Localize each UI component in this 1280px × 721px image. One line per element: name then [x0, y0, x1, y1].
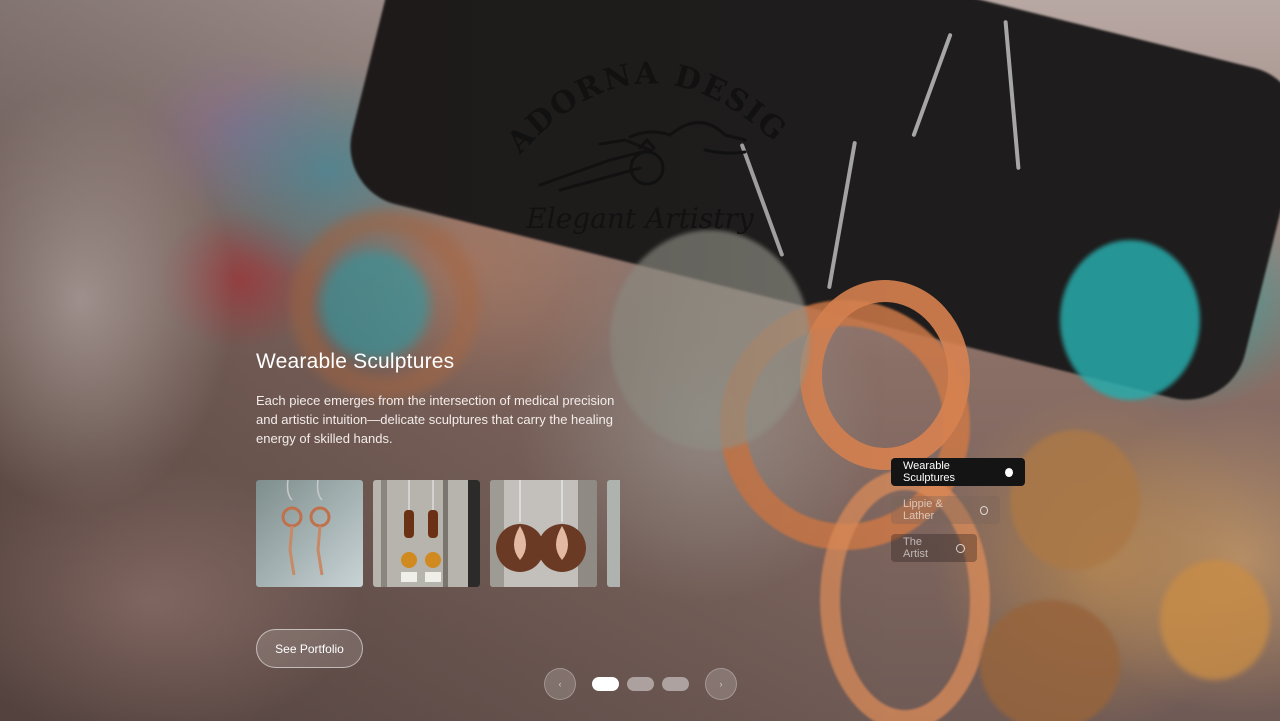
- partial-earring-image: [607, 480, 620, 587]
- copper-hoop-earrings-image: [256, 480, 363, 587]
- thumbnail-partial[interactable]: [607, 480, 620, 587]
- thumbnail-copper-hoop-earrings[interactable]: [256, 480, 363, 587]
- thumbnail-wood-bead-earrings[interactable]: [373, 480, 480, 587]
- brand-tagline-text: Elegant Artistry: [525, 202, 755, 235]
- chevron-left-icon: ‹: [558, 679, 562, 689]
- slide-dot-3[interactable]: [662, 677, 689, 691]
- nav-item-wearable-sculptures[interactable]: Wearable Sculptures: [891, 458, 1025, 486]
- nav-item-label: Lippie & Lather: [903, 498, 943, 522]
- slide-dot-2[interactable]: [627, 677, 654, 691]
- inactive-indicator-dot: [979, 505, 988, 515]
- hero-description: Each piece emerges from the intersection…: [256, 393, 615, 446]
- hero-title: Wearable Sculptures: [256, 350, 455, 373]
- previous-slide-button[interactable]: ‹: [544, 668, 576, 700]
- nav-item-the-artist[interactable]: The Artist: [891, 534, 977, 562]
- hand-ring-illustration: [538, 121, 747, 192]
- thumbnail-gallery: [256, 480, 620, 587]
- inactive-indicator-dot: [956, 543, 965, 553]
- thumbnail-copper-disc-earrings[interactable]: [490, 480, 597, 587]
- next-slide-button[interactable]: ›: [705, 668, 737, 700]
- nav-item-label: The Artist: [903, 536, 929, 560]
- active-indicator-dot: [1004, 467, 1013, 477]
- chevron-right-icon: ›: [719, 679, 723, 689]
- nav-item-lippie-lather[interactable]: Lippie & Lather: [891, 496, 1000, 524]
- see-portfolio-button[interactable]: See Portfolio: [256, 629, 363, 668]
- copper-disc-earrings-image: [490, 480, 597, 587]
- brand-logo: ADORNA DESIGN Elegant Artistry: [485, 13, 791, 240]
- slide-dot-1-active[interactable]: [592, 677, 619, 691]
- wood-bead-earrings-image: [373, 480, 480, 587]
- nav-item-label: Wearable Sculptures: [903, 460, 955, 484]
